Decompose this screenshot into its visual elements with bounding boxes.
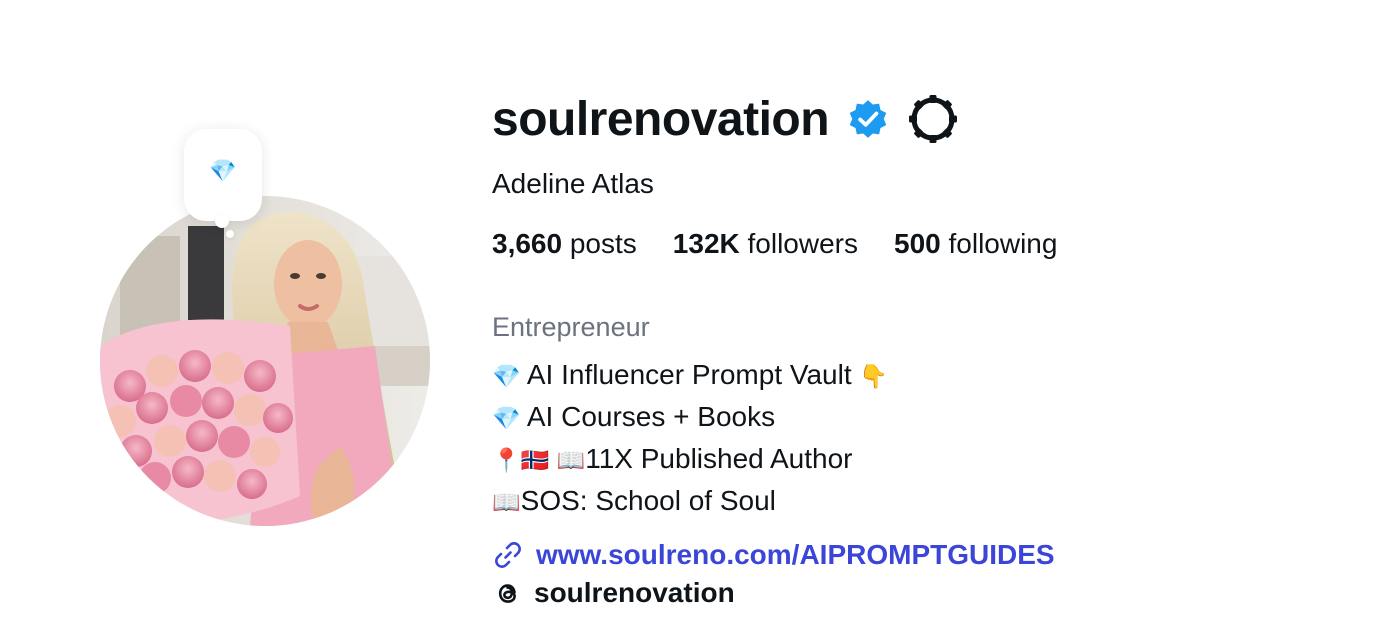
gear-icon[interactable] [907,93,959,145]
pointing-down-icon: 👇 [859,364,889,390]
stat-following-label: following [948,228,1058,259]
diamond-icon: 💎 [209,158,237,184]
book-icon: 📖 [492,490,521,516]
threads-logo-icon [498,584,516,603]
profile-stats: 3,660 posts 132K followers 500 following [492,228,1352,260]
profile-external-link[interactable]: www.soulreno.com/AIPROMPTGUIDES [536,539,1055,571]
stat-posts-label: posts [569,228,637,259]
profile-info: soulrenovation Adeline Atlas 3,660 posts… [492,88,1352,611]
stat-followers-number: 132K [672,228,740,259]
profile-link-row: www.soulreno.com/AIPROMPTGUIDES [492,537,1352,573]
avatar-photo [100,196,430,526]
bio-line-text: 11X Published Author [585,443,853,474]
bio-line-text: AI Influencer Prompt Vault [526,359,852,390]
stat-followers[interactable]: 132K followers [673,228,858,260]
profile-category: Entrepreneur [492,312,650,342]
bio-line: 📍🇳🇴 📖11X Published Author [492,439,1352,481]
pin-flag-book-icons: 📍🇳🇴 📖 [492,448,586,474]
note-bubble-tail-dot [226,230,234,238]
stat-followers-label: followers [747,228,858,259]
stat-posts-number: 3,660 [492,228,563,259]
username-row: soulrenovation [492,88,1352,150]
diamond-icon: 💎 [492,406,521,432]
profile-header: 💎 soulrenovation Adeline Atlas 3,660 pos… [0,0,1378,644]
bio-line: 💎 AI Influencer Prompt Vault 👇 [492,355,1352,397]
link-chain-icon [495,542,521,568]
bio-line: 📖SOS: School of Soul [492,481,1352,523]
profile-note-bubble[interactable]: 💎 [184,129,262,221]
verified-badge-icon [849,100,887,138]
profile-username: soulrenovation [492,92,830,146]
bio-line-text: SOS: School of Soul [520,485,776,516]
stat-following-number: 500 [894,228,941,259]
diamond-icon: 💎 [492,364,521,390]
threads-badge[interactable]: soulrenovation [492,575,1352,611]
bio-line: 💎 AI Courses + Books [492,397,1352,439]
threads-handle: soulrenovation [534,577,735,608]
profile-avatar[interactable] [100,196,430,526]
bio-line-text: AI Courses + Books [526,401,776,432]
note-bubble-tail [215,214,229,228]
profile-bio: 💎 AI Influencer Prompt Vault 👇 💎 AI Cour… [492,355,1352,523]
stat-posts[interactable]: 3,660 posts [492,228,637,260]
profile-full-name: Adeline Atlas [492,168,654,199]
stat-following[interactable]: 500 following [894,228,1057,260]
